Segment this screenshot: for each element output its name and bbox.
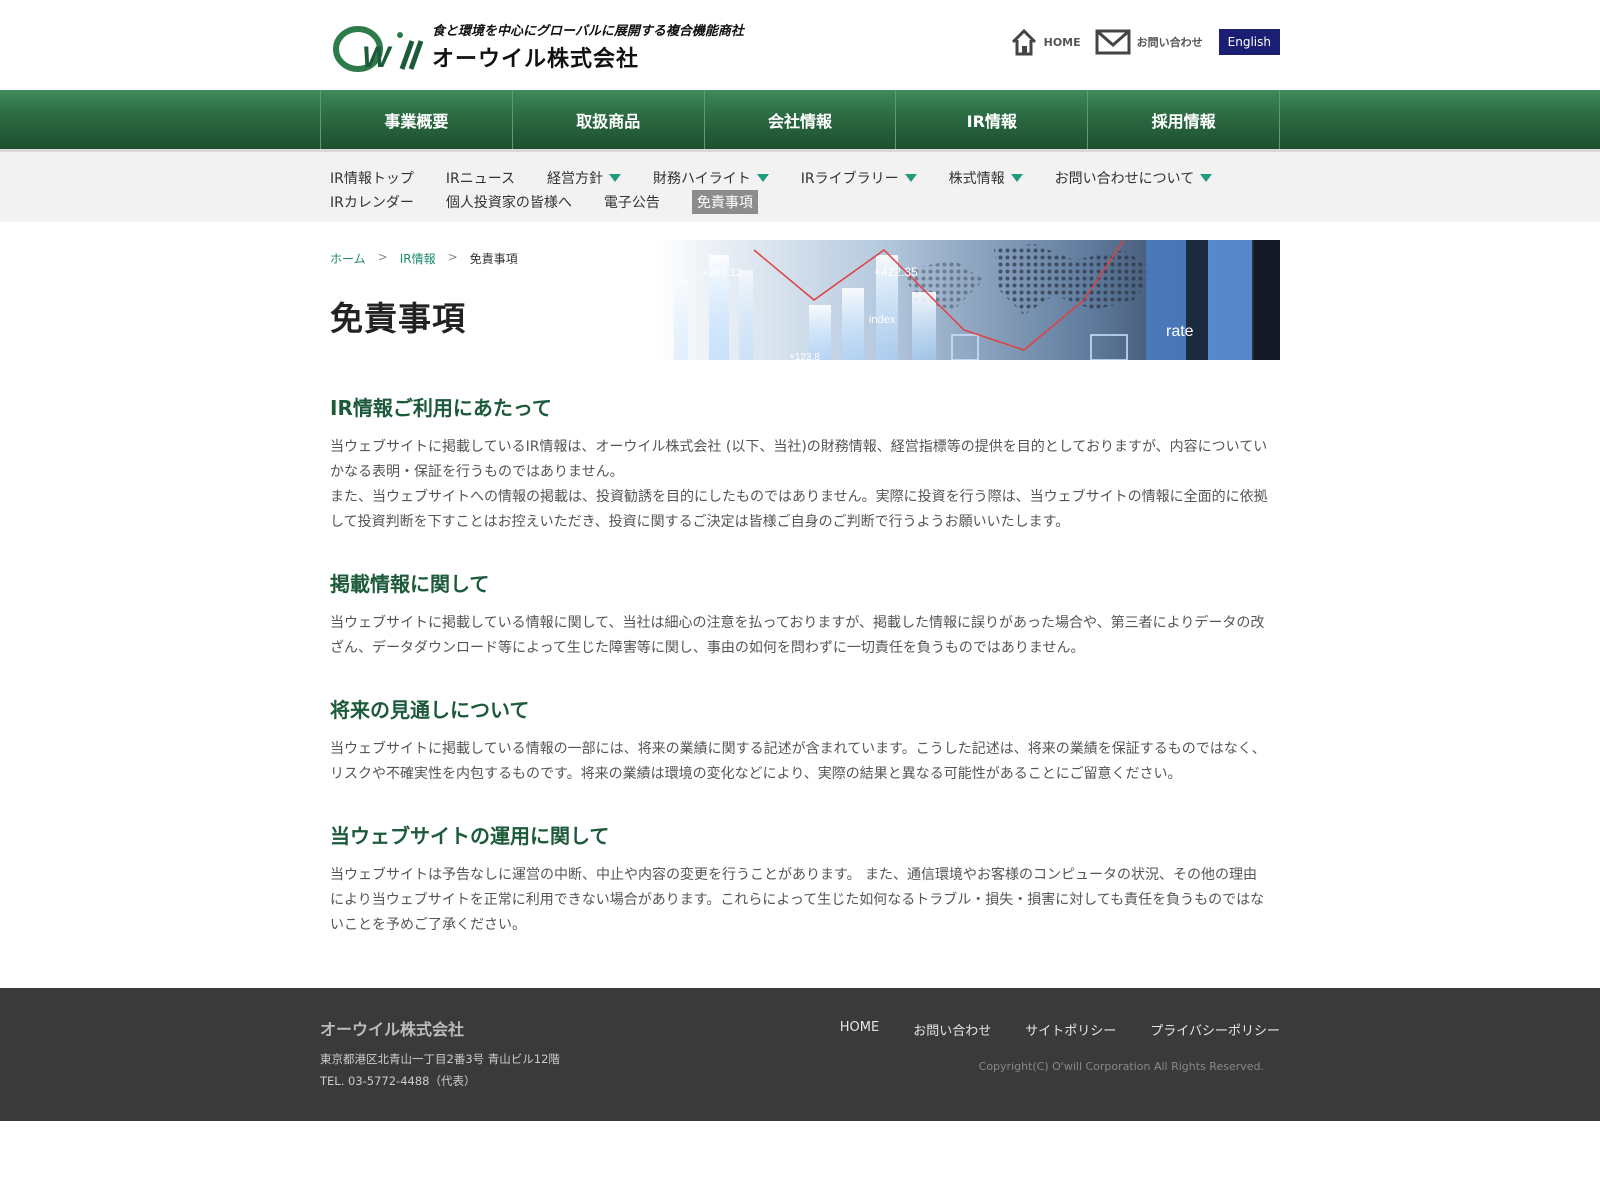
section-paragraph: 当ウェブサイトに掲載しているIR情報は、オーウイル株式会社 (以下、当社)の財務… xyxy=(330,439,1268,480)
svg-text:W: W xyxy=(362,41,393,73)
banner-label: rate xyxy=(1166,323,1194,340)
section-site-operation: 当ウェブサイトの運用に関して 当ウェブサイトは予告なしに運営の中断、中止や内容の… xyxy=(330,820,1270,938)
section-paragraph: また、当ウェブサイトへの情報の掲載は、投資勧誘を目的にしたものではありません。実… xyxy=(330,489,1268,530)
section-heading: IR情報ご利用にあたって xyxy=(330,396,552,420)
section-posted-info: 掲載情報に関して 当ウェブサイトに掲載している情報に関して、当社は細心の注意を払… xyxy=(330,568,1270,661)
subnav-item-individual[interactable]: 個人投資家の皆様へ xyxy=(446,192,572,212)
section-paragraph: 当ウェブサイトは予告なしに運営の中断、中止や内容の変更を行うことがあります。 ま… xyxy=(330,867,1265,933)
section-paragraph: 当ウェブサイトに掲載している情報の一部には、将来の業績に関する記述が含まれていま… xyxy=(330,741,1266,782)
footer-copyright: Copyright(C) O'will Corporation All Righ… xyxy=(978,1060,1264,1073)
global-nav: 事業概要 取扱商品 会社情報 IR情報 採用情報 xyxy=(0,90,1600,152)
subnav-item-ir-news[interactable]: IRニュース xyxy=(446,168,515,188)
section-paragraph: 当ウェブサイトに掲載している情報に関して、当社は細心の注意を払っておりますが、掲… xyxy=(330,615,1265,656)
site-footer: オーウイル株式会社 東京都港区北青山一丁目2番3号 青山ビル12階 TEL. 0… xyxy=(0,988,1600,1121)
contact-link-label: お問い合わせ xyxy=(1136,36,1203,49)
subnav-label: IR情報トップ xyxy=(330,171,414,187)
dropdown-triangle-icon xyxy=(756,174,769,182)
subnav-item-stock[interactable]: 株式情報 xyxy=(949,168,1023,188)
subnav-item-inquiry[interactable]: お問い合わせについて xyxy=(1055,168,1213,188)
subnav-label: 財務ハイライト xyxy=(653,171,751,187)
banner-label: index xyxy=(869,314,896,326)
home-link[interactable]: HOME xyxy=(1010,28,1081,56)
footer-link-contact[interactable]: お問い合わせ xyxy=(913,1020,991,1039)
subnav-item-financial[interactable]: 財務ハイライト xyxy=(653,168,769,188)
dropdown-triangle-icon xyxy=(609,174,622,182)
gnav-item-company[interactable]: 会社情報 xyxy=(705,90,897,149)
dropdown-triangle-icon xyxy=(904,174,917,182)
footer-link-home[interactable]: HOME xyxy=(840,1020,879,1039)
footer-links: HOME お問い合わせ サイトポリシー プライバシーポリシー xyxy=(806,1020,1280,1039)
footer-tel: TEL. 03-5772-4488（代表） xyxy=(320,1074,476,1088)
mail-icon xyxy=(1095,29,1131,55)
breadcrumb-current: 免責事項 xyxy=(469,252,518,266)
page-title: 免責事項 xyxy=(330,299,466,338)
home-icon xyxy=(1011,28,1036,56)
subnav-label: 株式情報 xyxy=(948,171,1005,187)
gnav-item-ir[interactable]: IR情報 xyxy=(896,90,1089,149)
subnav-item-ir-top[interactable]: IR情報トップ xyxy=(330,168,414,188)
footer-link-site-policy[interactable]: サイトポリシー xyxy=(1025,1020,1116,1039)
footer-link-privacy-policy[interactable]: プライバシーポリシー xyxy=(1150,1020,1280,1039)
dropdown-triangle-icon xyxy=(1010,174,1023,182)
breadcrumb-home[interactable]: ホーム xyxy=(330,250,366,267)
main-content: ホーム > IR情報 > 免責事項 免責事項 +263.12 +422.35 i… xyxy=(0,222,1600,938)
section-forward-looking: 将来の見通しについて 当ウェブサイトに掲載している情報の一部には、将来の業績に関… xyxy=(330,694,1270,787)
footer-address: 東京都港区北青山一丁目2番3号 青山ビル12階 xyxy=(320,1052,560,1066)
site-header: W 食と環境を中心にグローバルに展開する複合機能商社 オーウイル株式会社 HOM… xyxy=(0,0,1600,90)
ir-sub-nav: IR情報トップ IRニュース 経営方針 財務ハイライト IRライブラリー 株式情… xyxy=(0,152,1600,222)
gnav-item-business[interactable]: 事業概要 xyxy=(321,90,513,149)
subnav-item-policy[interactable]: 経営方針 xyxy=(547,168,622,188)
sub-nav-row-2: IRカレンダー 個人投資家の皆様へ 電子公告 免責事項 xyxy=(320,190,1280,214)
subnav-item-library[interactable]: IRライブラリー xyxy=(801,168,917,188)
sub-nav-row-1: IR情報トップ IRニュース 経営方針 財務ハイライト IRライブラリー 株式情… xyxy=(320,166,1280,190)
subnav-item-disclaimer[interactable]: 免責事項 xyxy=(691,190,758,214)
gnav-item-recruit[interactable]: 採用情報 xyxy=(1088,90,1280,149)
dropdown-triangle-icon xyxy=(1200,174,1213,182)
ir-banner-image: +263.12 +422.35 index rate +123.8 xyxy=(654,240,1280,360)
subnav-label: 経営方針 xyxy=(547,171,604,187)
subnav-item-e-notice[interactable]: 電子公告 xyxy=(604,192,660,212)
section-heading: 当ウェブサイトの運用に関して xyxy=(330,824,610,848)
disclaimer-sections: IR情報ご利用にあたって 当ウェブサイトに掲載しているIR情報は、オーウイル株式… xyxy=(320,392,1280,938)
footer-company-name: オーウイル株式会社 xyxy=(320,1020,465,1039)
logo-tagline: 食と環境を中心にグローバルに展開する複合機能商社 xyxy=(432,24,744,39)
banner-label: +123.8 xyxy=(789,352,820,360)
subnav-item-calendar[interactable]: IRカレンダー xyxy=(330,192,414,212)
owill-logo-icon: W xyxy=(332,21,428,74)
section-ir-usage: IR情報ご利用にあたって 当ウェブサイトに掲載しているIR情報は、オーウイル株式… xyxy=(330,392,1270,535)
breadcrumb-separator: > xyxy=(377,250,388,264)
contact-link[interactable]: お問い合わせ xyxy=(1095,29,1203,55)
breadcrumb: ホーム > IR情報 > 免責事項 xyxy=(330,250,518,267)
subnav-label: お問い合わせについて xyxy=(1054,171,1195,187)
gnav-item-products[interactable]: 取扱商品 xyxy=(513,90,705,149)
site-logo[interactable]: W 食と環境を中心にグローバルに展開する複合機能商社 オーウイル株式会社 xyxy=(332,20,744,74)
utility-nav: HOME お問い合わせ English xyxy=(996,28,1280,56)
banner-label: +263.12 xyxy=(702,267,742,279)
banner-label: +422.35 xyxy=(874,265,918,279)
home-link-label: HOME xyxy=(1043,35,1081,49)
subnav-label: IRライブラリー xyxy=(800,171,899,187)
section-heading: 将来の見通しについて xyxy=(330,698,530,722)
english-button[interactable]: English xyxy=(1218,29,1280,55)
logo-company-name: オーウイル株式会社 xyxy=(432,47,640,72)
section-heading: 掲載情報に関して xyxy=(330,572,490,596)
breadcrumb-ir[interactable]: IR情報 xyxy=(400,250,436,267)
subnav-label: IRニュース xyxy=(445,171,516,187)
breadcrumb-separator: > xyxy=(447,250,458,264)
